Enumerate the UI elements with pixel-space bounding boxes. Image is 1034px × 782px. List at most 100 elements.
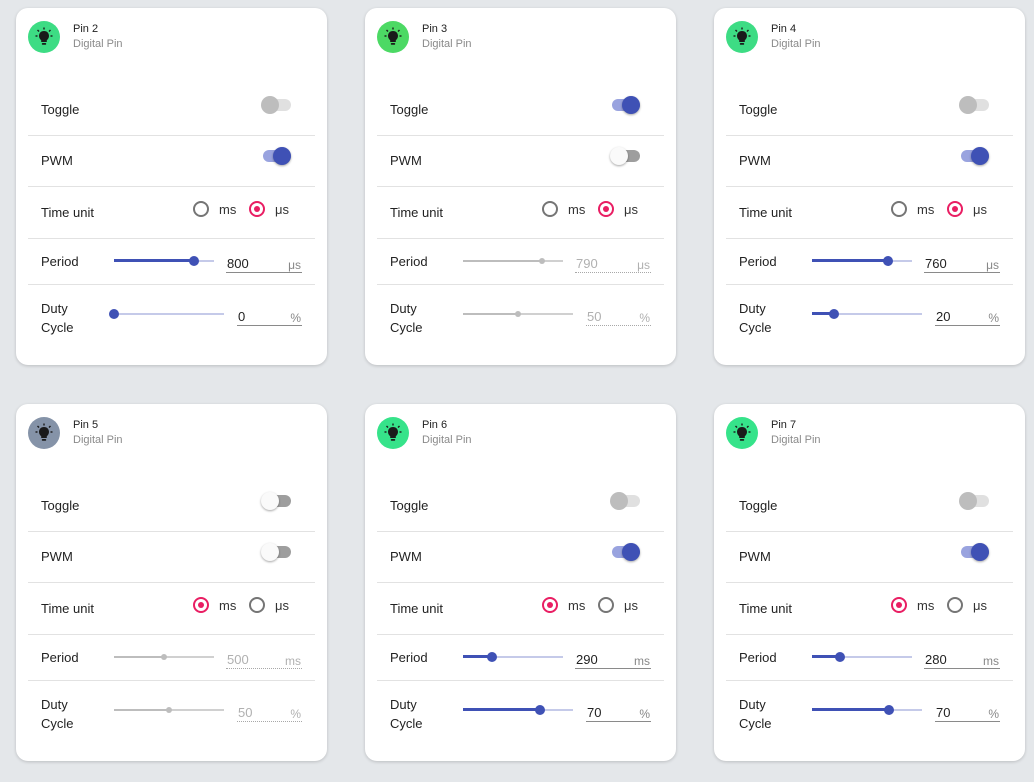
duty-cycle-value: 20 <box>936 309 951 324</box>
pin-name: Pin 2 <box>73 23 99 35</box>
radio-us[interactable] <box>598 201 614 217</box>
period-slider-thumb[interactable] <box>189 256 199 266</box>
pin-type: Digital Pin <box>771 38 821 50</box>
radio-us[interactable] <box>598 597 614 613</box>
period-label: Period <box>41 254 79 269</box>
lightbulb-icon <box>35 27 53 45</box>
period-slider[interactable] <box>812 651 912 663</box>
duty-cycle-unit: % <box>988 707 999 721</box>
duty-cycle-unit: % <box>639 311 650 325</box>
period-input[interactable]: 290 ms <box>575 649 651 669</box>
period-slider[interactable] <box>463 651 563 663</box>
toggle-switch[interactable] <box>959 491 989 511</box>
duty-cycle-input[interactable]: 20 % <box>935 306 1000 326</box>
lightbulb-icon <box>35 423 53 441</box>
duty-cycle-input[interactable]: 70 % <box>935 702 1000 722</box>
radio-ms-label: ms <box>568 202 586 217</box>
toggle-row: Toggle <box>28 479 315 532</box>
duty-cycle-slider[interactable] <box>109 308 224 320</box>
duty-cycle-label: Duty Cycle <box>390 697 423 731</box>
duty-cycle-slider-thumb[interactable] <box>829 309 839 319</box>
period-input[interactable]: 500 ms <box>226 649 302 669</box>
toggle-switch[interactable] <box>261 95 291 115</box>
toggle-switch[interactable] <box>610 95 640 115</box>
period-label: Period <box>739 254 777 269</box>
pin-name: Pin 4 <box>771 23 797 35</box>
duty-cycle-slider-thumb[interactable] <box>535 705 545 715</box>
time-unit-row: Time unit ms μs <box>377 187 664 239</box>
radio-ms[interactable] <box>193 597 209 613</box>
radio-us[interactable] <box>249 201 265 217</box>
radio-ms[interactable] <box>891 597 907 613</box>
radio-us[interactable] <box>249 597 265 613</box>
pwm-row: PWM <box>377 136 664 187</box>
pwm-switch[interactable] <box>610 146 640 166</box>
pin-card: Pin 5 Digital Pin Toggle PWM Time unit m… <box>16 404 327 761</box>
toggle-row: Toggle <box>28 83 315 136</box>
toggle-switch[interactable] <box>959 95 989 115</box>
pin-type: Digital Pin <box>422 38 472 50</box>
duty-cycle-slider-thumb[interactable] <box>109 309 119 319</box>
period-slider-thumb[interactable] <box>161 654 167 660</box>
pwm-switch[interactable] <box>610 542 640 562</box>
period-row: Period 280 ms <box>726 635 1013 681</box>
pin-name: Pin 3 <box>422 23 448 35</box>
period-slider-thumb[interactable] <box>835 652 845 662</box>
period-label: Period <box>41 650 79 665</box>
radio-us[interactable] <box>947 597 963 613</box>
pin-card: Pin 7 Digital Pin Toggle PWM Time unit m… <box>714 404 1025 761</box>
radio-us-label: μs <box>624 202 638 217</box>
duty-cycle-slider[interactable] <box>812 704 922 716</box>
radio-us-label: μs <box>973 202 987 217</box>
pwm-switch[interactable] <box>959 542 989 562</box>
pwm-label: PWM <box>41 549 73 564</box>
duty-cycle-label: Duty Cycle <box>41 301 74 335</box>
duty-cycle-slider-thumb[interactable] <box>166 707 172 713</box>
period-input[interactable]: 280 ms <box>924 649 1000 669</box>
toggle-row: Toggle <box>726 479 1013 532</box>
radio-ms[interactable] <box>891 201 907 217</box>
period-input[interactable]: 760 μs <box>924 253 1000 273</box>
pin-type: Digital Pin <box>73 38 123 50</box>
period-slider[interactable] <box>114 651 214 663</box>
duty-cycle-slider[interactable] <box>463 704 573 716</box>
period-input[interactable]: 800 μs <box>226 253 302 273</box>
toggle-label: Toggle <box>41 102 80 117</box>
duty-cycle-input[interactable]: 50 % <box>586 306 651 326</box>
radio-us-label: μs <box>275 202 289 217</box>
period-input[interactable]: 790 μs <box>575 253 651 273</box>
radio-ms-label: ms <box>219 202 237 217</box>
duty-cycle-label: Duty Cycle <box>739 697 772 731</box>
pwm-label: PWM <box>41 153 73 168</box>
toggle-switch[interactable] <box>610 491 640 511</box>
duty-cycle-slider-thumb[interactable] <box>515 311 521 317</box>
pwm-switch[interactable] <box>261 146 291 166</box>
pwm-switch[interactable] <box>261 542 291 562</box>
period-slider[interactable] <box>463 255 563 267</box>
radio-ms[interactable] <box>542 597 558 613</box>
radio-ms[interactable] <box>542 201 558 217</box>
duty-cycle-slider[interactable] <box>463 308 573 320</box>
duty-cycle-input[interactable]: 70 % <box>586 702 651 722</box>
period-slider[interactable] <box>114 255 214 267</box>
pwm-row: PWM <box>28 136 315 187</box>
period-slider-thumb[interactable] <box>539 258 545 264</box>
period-unit: ms <box>634 654 650 668</box>
toggle-switch[interactable] <box>261 491 291 511</box>
duty-cycle-slider[interactable] <box>114 704 224 716</box>
radio-us[interactable] <box>947 201 963 217</box>
duty-cycle-slider-thumb[interactable] <box>884 705 894 715</box>
period-slider[interactable] <box>812 255 912 267</box>
period-slider-thumb[interactable] <box>883 256 893 266</box>
pwm-switch[interactable] <box>959 146 989 166</box>
duty-cycle-input[interactable]: 50 % <box>237 702 302 722</box>
duty-cycle-slider[interactable] <box>812 308 922 320</box>
radio-ms[interactable] <box>193 201 209 217</box>
duty-cycle-input[interactable]: 0 % <box>237 306 302 326</box>
period-slider-thumb[interactable] <box>487 652 497 662</box>
radio-ms-label: ms <box>568 598 586 613</box>
radio-us-label: μs <box>973 598 987 613</box>
pin-avatar <box>726 21 758 53</box>
time-unit-row: Time unit ms μs <box>726 187 1013 239</box>
pin-avatar <box>377 21 409 53</box>
